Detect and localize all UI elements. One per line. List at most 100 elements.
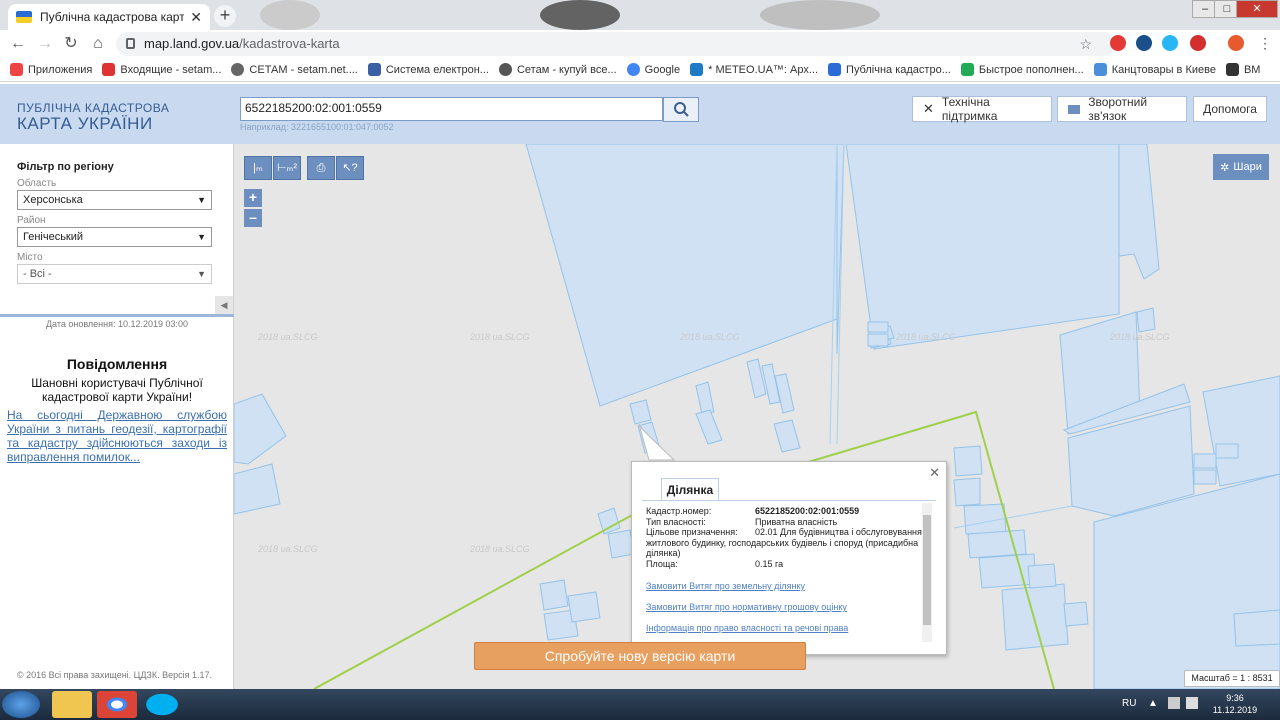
order-valuation-extract-link[interactable]: Замовити Витяг про нормативну грошову оц… [646,602,847,613]
bookmark-item[interactable]: Сетам - купуй все... [498,63,617,76]
parcel[interactable] [746,358,767,399]
reload-icon[interactable]: ↻ [61,34,81,54]
bookmark-item[interactable]: Google [626,63,680,76]
parcel[interactable] [978,553,1037,589]
parcel[interactable] [695,381,715,415]
popup-scrollbar[interactable] [922,503,932,642]
browser-tab[interactable]: Публічна кадастрова карта Укр ✕ [8,4,210,30]
menu-dots-icon[interactable]: ⋮ [1258,35,1272,52]
parcel[interactable] [1193,469,1217,485]
parcel[interactable] [967,529,1027,559]
parcel[interactable] [539,579,569,611]
clock-time: 9:36 [1226,693,1244,703]
close-window-button[interactable]: ✕ [1236,0,1278,18]
adblock-icon[interactable] [1190,35,1206,51]
skype-icon[interactable] [142,691,182,718]
oschadbank-icon [960,63,974,76]
city-select[interactable]: - Всі - ▼ [17,264,212,284]
tab-parcel[interactable]: Ділянка [661,478,719,500]
help-button[interactable]: Допомога [1193,96,1267,122]
chevron-up-icon[interactable]: ▲ [1148,698,1158,709]
start-button[interactable] [2,691,40,718]
ukraine-flag-icon [16,11,32,23]
extension-icon[interactable] [1136,35,1152,51]
bookmark-item[interactable]: Входящие - setam... [102,63,221,76]
bookmark-item[interactable]: Канцтовары в Киеве [1093,63,1216,76]
search-icon [674,102,689,117]
site-logo[interactable]: ПУБЛІЧНА КАДАСТРОВА КАРТА УКРАЇНИ [17,100,169,132]
parcel[interactable] [1215,443,1239,459]
parcel[interactable] [1027,563,1057,589]
search-button[interactable] [663,97,699,122]
layers-button[interactable]: ✲ Шари [1213,154,1269,180]
feedback-button[interactable]: Зворотний зв'язок [1057,95,1187,123]
language-indicator[interactable]: RU [1122,698,1136,709]
parcel[interactable] [234,393,287,465]
chrome-icon[interactable] [97,691,137,718]
close-icon[interactable]: ✕ [929,465,940,481]
rayon-select[interactable]: Генічеський ▼ [17,227,212,247]
notice-link[interactable]: На сьогодні Державною службою України з … [7,408,227,464]
scrollbar-thumb[interactable] [923,515,931,625]
gear-icon: ✲ [1220,161,1230,174]
extension-icon[interactable] [1162,35,1178,51]
bookmark-item[interactable]: Публічна кадастро... [828,63,951,76]
zoom-out-button[interactable]: – [244,209,262,227]
notice-text: Шановні користувачі Публічної кадастрово… [31,376,203,404]
volume-icon[interactable] [1186,697,1198,709]
bookmark-item[interactable]: Быстрое пополнен... [960,63,1084,76]
profile-avatar[interactable] [1228,35,1244,51]
forward-arrow-icon[interactable]: → [35,34,55,54]
parcel[interactable] [1001,583,1069,651]
try-new-version-button[interactable]: Спробуйте нову версію карти [474,642,806,670]
ruler-tool-button[interactable]: |ₘ [244,156,272,180]
bookmark-item[interactable]: BM [1225,63,1260,76]
parcel[interactable] [953,477,981,507]
cadastral-search-input[interactable]: 6522185200:02:001:0559 [240,97,663,121]
parcel[interactable] [867,333,889,347]
bookmark-item[interactable]: * METEO.UA™: Арх... [690,63,818,76]
bookmark-item[interactable]: Приложения [10,63,92,76]
system-clock[interactable]: 9:36 11.12.2019 [1200,692,1270,716]
identify-tool-button[interactable]: ↖? [336,156,364,180]
close-tab-icon[interactable]: ✕ [190,9,202,26]
parcel[interactable] [695,409,723,445]
parcel[interactable] [234,463,281,515]
parcel[interactable] [773,419,801,453]
area-tool-button[interactable]: ⊢ₘ² [273,156,301,180]
parcel[interactable] [525,144,838,407]
address-bar[interactable]: map.land.gov.ua/kadastrova-karta ☆ [116,32,1116,56]
google-icon [626,63,640,76]
parcel[interactable] [1193,453,1217,469]
parcel[interactable] [567,591,601,623]
cadastral-map[interactable]: 2018 ua.SLCG 2018 ua.SLCG 2018 ua.SLCG 2… [234,144,1280,689]
collapse-sidebar-button[interactable]: ◀ [215,296,233,314]
back-arrow-icon[interactable]: ← [8,34,28,54]
parcel[interactable] [845,144,1120,350]
parcel[interactable] [597,507,621,535]
star-icon[interactable]: ☆ [1079,32,1092,56]
zoom-in-button[interactable]: + [244,189,262,207]
ownership-rights-link[interactable]: Інформація про право власності та речові… [646,623,848,634]
parcel[interactable] [629,399,652,425]
parcel[interactable] [1233,609,1280,647]
bookmark-item[interactable]: Система електрон... [367,63,489,76]
support-button[interactable]: ✕ Технічна підтримка [912,95,1052,123]
home-icon[interactable]: ⌂ [88,34,108,54]
new-tab-button[interactable]: + [214,5,236,27]
network-icon[interactable] [1168,697,1180,709]
parcel[interactable] [1136,307,1156,333]
parcel[interactable] [953,445,983,477]
watermark: 2018 ua.SLCG [470,544,530,554]
order-land-extract-link[interactable]: Замовити Витяг про земельну ділянку [646,581,805,592]
oblast-select[interactable]: Херсонська ▼ [17,190,212,210]
dropdown-arrow-icon: ▼ [197,269,206,279]
parcel[interactable] [1063,601,1089,627]
globe-icon [231,63,245,76]
bookmark-item[interactable]: СЕТАМ - setam.net.... [231,63,358,76]
file-explorer-icon[interactable] [52,691,92,718]
parcel[interactable] [867,321,889,333]
print-button[interactable]: ⎙ [307,156,335,180]
opera-extension-icon[interactable] [1110,35,1126,51]
parcel[interactable] [1118,144,1160,280]
